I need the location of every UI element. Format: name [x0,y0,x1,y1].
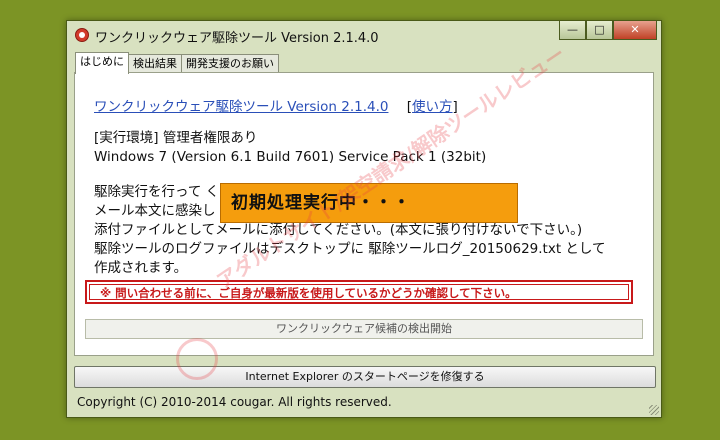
warning-box: ※ 問い合わせる前に、ご自身が最新版を使用しているかどうか確認して下さい。 [85,280,633,304]
ie-repair-button[interactable]: Internet Explorer のスタートページを修復する [74,366,656,388]
tab-intro[interactable]: はじめに [75,52,129,74]
tab-support[interactable]: 開発支援のお願い [181,54,279,74]
tab-strip: はじめに 検出結果 開発支援のお願い [75,52,279,74]
window-controls: — □ ✕ [559,21,657,40]
desc-line: 添付ファイルとしてメールに添付してください。(本文に張り付けないで下さい。) [94,222,583,238]
minimize-button[interactable]: — [559,21,586,40]
desc-line: 駆除ツールのログファイルはデスクトップに 駆除ツールログ_20150629.tx… [94,241,606,257]
resize-grip-icon[interactable] [649,405,659,415]
scan-start-button[interactable]: ワンクリックウェア候補の検出開始 [85,319,643,339]
watermark-mascot-icon [176,338,218,380]
desc-line: 作成されます。 [94,260,188,276]
window-title: ワンクリックウェア駆除ツール Version 2.1.4.0 [95,31,379,46]
app-icon [75,28,89,42]
tab-results[interactable]: 検出結果 [128,54,182,74]
version-link[interactable]: ワンクリックウェア駆除ツール Version 2.1.4.0 [94,99,388,115]
warning-text: ※ 問い合わせる前に、ご自身が最新版を使用しているかどうか確認して下さい。 [89,284,629,300]
title-bar[interactable]: ワンクリックウェア駆除ツール Version 2.1.4.0 — □ ✕ [67,21,661,49]
status-bar: Copyright (C) 2010-2014 cougar. All righ… [77,395,392,409]
headline: ワンクリックウェア駆除ツール Version 2.1.4.0 [使い方] [94,95,458,115]
maximize-button[interactable]: □ [586,21,613,40]
close-button[interactable]: ✕ [613,21,657,40]
